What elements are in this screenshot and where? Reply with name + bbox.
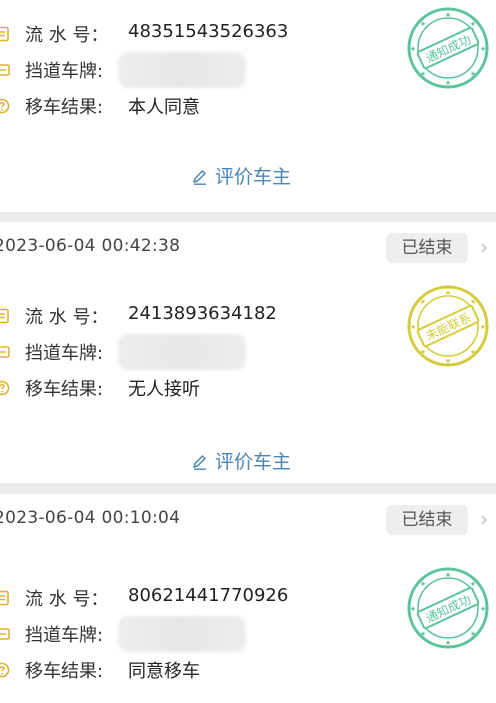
plate-label: 挡道车牌:: [25, 625, 104, 646]
order-time: 2023-06-04 00:10:04: [0, 508, 181, 528]
license-plate-icon: [0, 628, 10, 640]
svg-text:★: ★: [420, 348, 426, 356]
order-time: 2023-06-04 00:42:38: [0, 236, 181, 256]
svg-text:★: ★: [410, 605, 416, 613]
plate-value-redacted: [118, 52, 246, 88]
svg-text:★: ★: [420, 20, 426, 28]
stamp-unable-to-contact: ★ ★ ★ ★ ★ ★ ★ ★ 未能联系: [406, 284, 490, 368]
chevron-right-icon[interactable]: ›: [480, 507, 488, 531]
svg-text:★: ★: [420, 630, 426, 638]
svg-text:★: ★: [470, 70, 476, 78]
plate-label: 挡道车牌:: [25, 343, 104, 364]
svg-text:★: ★: [445, 289, 451, 297]
status-badge: 已结束: [386, 233, 468, 263]
pencil-icon: [193, 455, 206, 470]
evaluate-owner-button[interactable]: 评价车主: [191, 447, 291, 474]
stamp-notify-success: ★ ★ ★ ★ ★ ★ ★ ★ 通知成功: [406, 566, 490, 650]
question-circle-icon: [0, 98, 10, 114]
license-plate-icon: [0, 64, 10, 76]
result-value: 本人同意: [128, 97, 200, 118]
svg-text:★: ★: [445, 357, 451, 365]
svg-text:★: ★: [445, 639, 451, 647]
stamp-notify-success: ★ ★ ★ ★ ★ ★ ★ ★ 通知成功: [406, 6, 490, 90]
question-circle-icon: [0, 380, 10, 396]
serial-value: 48351543526363: [128, 21, 289, 42]
receipt-icon: [0, 26, 9, 42]
plate-value-redacted: [118, 616, 246, 652]
svg-text:★: ★: [420, 298, 426, 306]
order-card[interactable]: 2023-06-04 00:10:04 已结束 › 流 水 号： 8062144…: [0, 494, 496, 703]
serial-value: 2413893634182: [128, 303, 277, 324]
svg-text:★: ★: [445, 79, 451, 87]
svg-text:★: ★: [470, 630, 476, 638]
serial-label: 流 水 号：: [25, 25, 109, 46]
result-label: 移车结果:: [25, 661, 104, 682]
pencil-icon: [193, 170, 206, 185]
evaluate-label: 评价车主: [215, 166, 292, 188]
result-label: 移车结果:: [25, 97, 104, 118]
svg-text:★: ★: [445, 571, 451, 579]
evaluate-owner-button[interactable]: 评价车主: [191, 162, 291, 189]
svg-text:★: ★: [480, 605, 486, 613]
serial-label: 流 水 号：: [25, 307, 109, 328]
svg-text:★: ★: [410, 45, 416, 53]
plate-label: 挡道车牌:: [25, 61, 104, 82]
svg-text:★: ★: [410, 323, 416, 331]
result-value: 同意移车: [128, 661, 200, 682]
order-card[interactable]: 流 水 号： 48351543526363 挡道车牌: 移车结果: 本人同意 评…: [0, 0, 496, 212]
receipt-icon: [0, 308, 9, 324]
svg-text:★: ★: [420, 580, 426, 588]
evaluate-label: 评价车主: [215, 451, 292, 473]
order-card[interactable]: 2023-06-04 00:42:38 已结束 › 流 水 号： 2413893…: [0, 222, 496, 483]
svg-text:★: ★: [445, 11, 451, 19]
result-label: 移车结果:: [25, 379, 104, 400]
license-plate-icon: [0, 346, 10, 358]
serial-label: 流 水 号：: [25, 589, 109, 610]
order-header[interactable]: 2023-06-04 00:10:04 已结束 ›: [0, 494, 496, 542]
status-badge: 已结束: [386, 505, 468, 535]
result-value: 无人接听: [128, 379, 200, 400]
svg-text:★: ★: [480, 45, 486, 53]
svg-text:★: ★: [420, 70, 426, 78]
receipt-icon: [0, 590, 9, 606]
svg-text:★: ★: [480, 323, 486, 331]
svg-text:★: ★: [470, 348, 476, 356]
plate-value-redacted: [118, 334, 246, 370]
chevron-right-icon[interactable]: ›: [480, 235, 488, 259]
serial-value: 80621441770926: [128, 585, 289, 606]
question-circle-icon: [0, 662, 10, 678]
order-header[interactable]: 2023-06-04 00:42:38 已结束 ›: [0, 222, 496, 270]
